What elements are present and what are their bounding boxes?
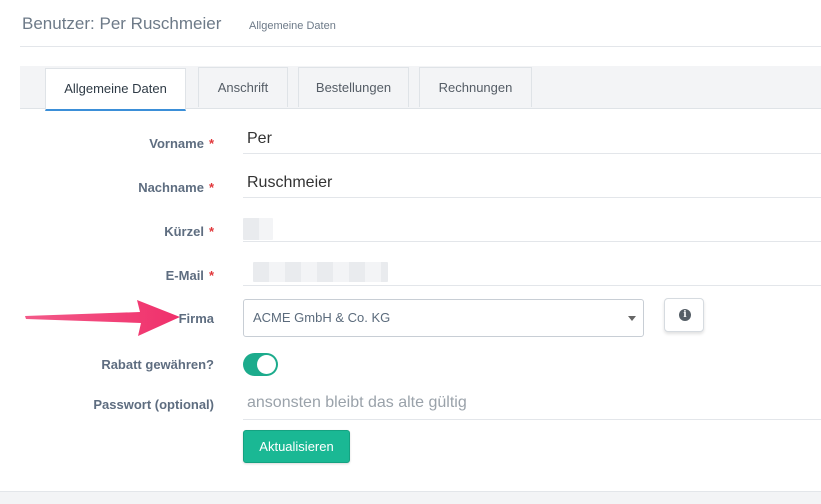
page-footer — [0, 491, 821, 504]
vorname-label: Vorname * — [149, 136, 214, 151]
passwort-input[interactable]: ansonsten bleibt das alte gültig — [243, 394, 821, 420]
firma-selected-value: ACME GmbH & Co. KG — [253, 310, 391, 325]
redacted-value — [243, 218, 273, 240]
firma-info-button[interactable]: i — [664, 298, 704, 332]
rabatt-toggle[interactable] — [243, 353, 278, 376]
required-marker: * — [208, 224, 214, 239]
nachname-input[interactable]: Ruschmeier — [243, 174, 821, 198]
info-icon: i — [679, 309, 691, 321]
required-marker: * — [208, 136, 214, 151]
rabatt-label: Rabatt gewähren? — [101, 357, 214, 372]
tab-allgemeine-daten[interactable]: Allgemeine Daten — [45, 68, 186, 111]
required-marker: * — [208, 180, 214, 195]
page-subtitle: Allgemeine Daten — [249, 20, 336, 32]
page-header: Benutzer: Per Ruschmeier Allgemeine Date… — [20, 0, 821, 47]
email-label: E-Mail * — [165, 268, 214, 283]
email-input[interactable] — [243, 262, 821, 286]
chevron-down-icon — [628, 316, 636, 321]
vorname-input[interactable]: Per — [243, 130, 821, 154]
tab-bestellungen[interactable]: Bestellungen — [298, 67, 409, 107]
tab-rechnungen[interactable]: Rechnungen — [419, 67, 532, 107]
page-title: Benutzer: Per Ruschmeier — [22, 14, 222, 33]
arrow-annotation-icon — [25, 300, 180, 336]
nachname-label: Nachname * — [138, 180, 214, 195]
required-marker: * — [208, 268, 214, 283]
kuerzel-input[interactable] — [243, 218, 821, 242]
kuerzel-label: Kürzel * — [164, 224, 214, 239]
aktualisieren-button[interactable]: Aktualisieren — [243, 430, 350, 463]
tab-bar: Allgemeine Daten Anschrift Bestellungen … — [20, 66, 821, 111]
firma-select[interactable]: ACME GmbH & Co. KG — [243, 299, 644, 337]
passwort-label: Passwort (optional) — [93, 397, 214, 412]
toggle-knob — [257, 355, 276, 374]
tab-anschrift[interactable]: Anschrift — [198, 67, 288, 107]
redacted-value — [253, 262, 388, 282]
